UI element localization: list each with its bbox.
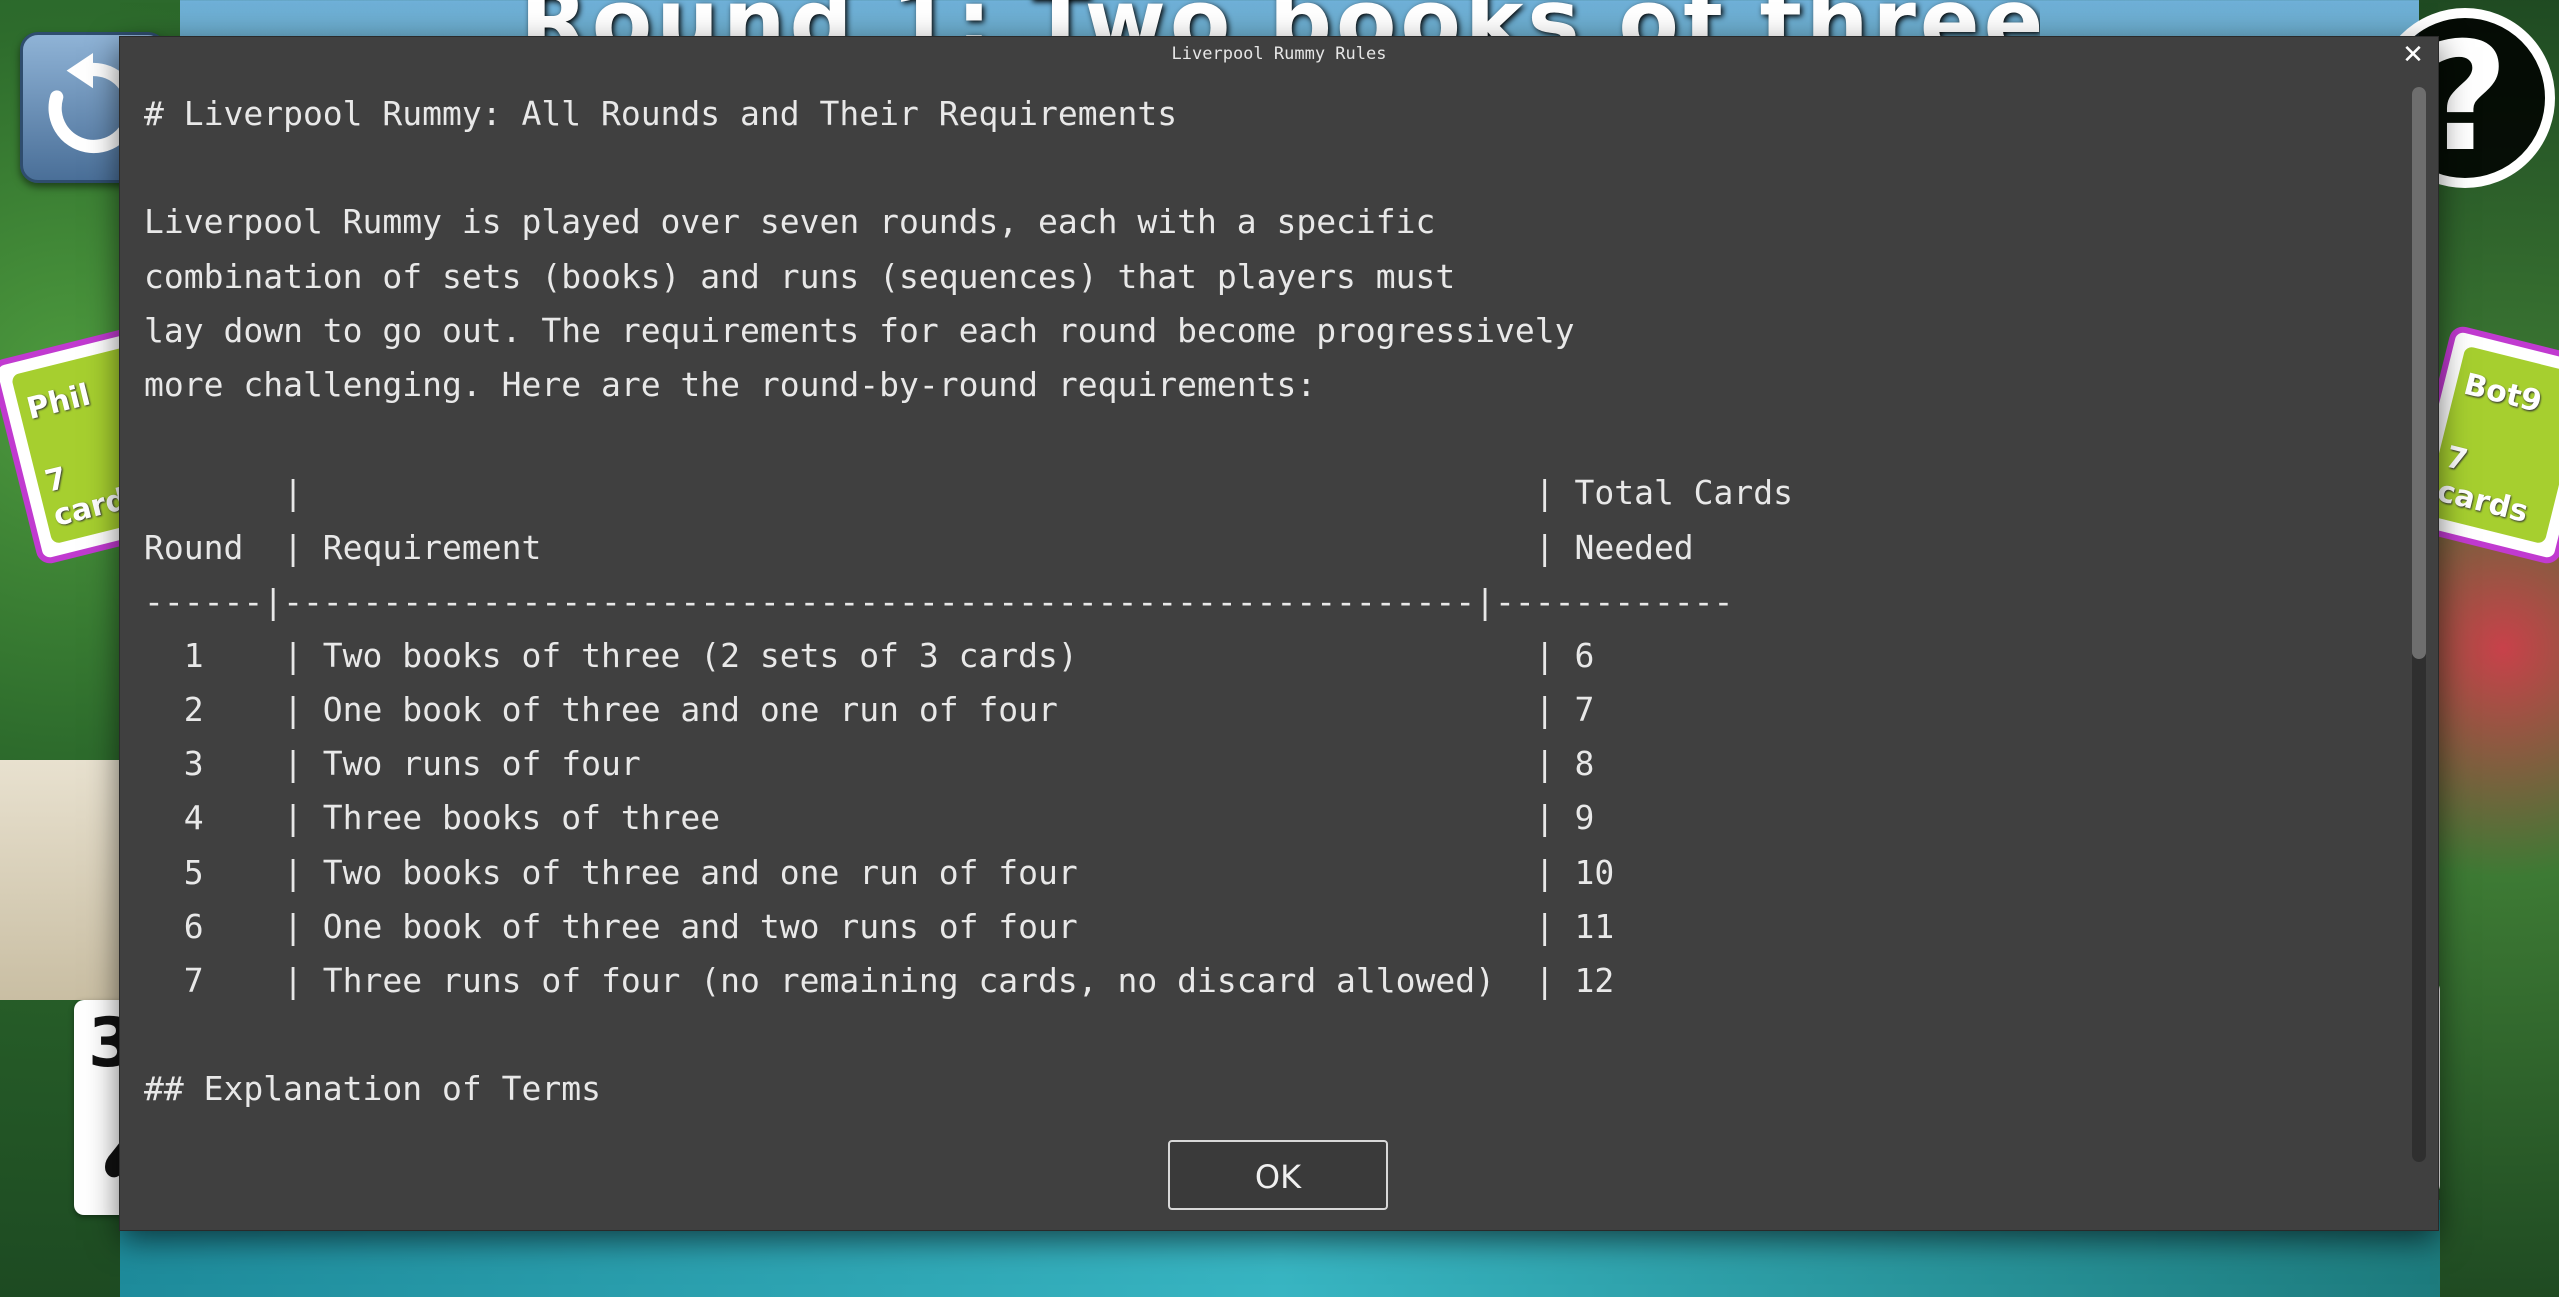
rules-line: 7 | Three runs of four (no remaining car… <box>144 961 1615 1000</box>
opponent-name: Bot9 <box>2460 366 2546 420</box>
close-icon: ✕ <box>2402 40 2424 70</box>
rules-line <box>144 1008 2394 1062</box>
background-foliage-right <box>2419 0 2559 1297</box>
rules-line <box>144 141 2394 195</box>
rules-line: Liverpool Rummy is played over seven rou… <box>144 202 1436 242</box>
rules-line: ------|---------------------------------… <box>144 581 1734 621</box>
rules-line: combination of sets (books) and runs (se… <box>144 256 1456 296</box>
rules-line: 5 | Two books of three and one run of fo… <box>144 852 1615 892</box>
close-button[interactable]: ✕ <box>2398 41 2428 71</box>
rules-line: 4 | Three books of three | 9 <box>144 798 1595 838</box>
rules-line: | | Total Cards <box>144 473 1794 513</box>
rules-line <box>144 412 2394 466</box>
dialog-title: Liverpool Rummy Rules <box>1171 44 1387 64</box>
rules-line: ## Explanation of Terms <box>144 1069 601 1109</box>
ok-button[interactable]: OK <box>1168 1140 1388 1210</box>
rules-line: Round | Requirement | Needed <box>144 527 1694 567</box>
rules-text: # Liverpool Rummy: All Rounds and Their … <box>144 87 2394 1167</box>
rules-line: 2 | One book of three and one run of fou… <box>144 690 1595 730</box>
rules-line: lay down to go out. The requirements for… <box>144 310 1575 350</box>
scrollbar-thumb[interactable] <box>2412 87 2426 659</box>
rules-line: more challenging. Here are the round-by-… <box>144 364 1317 404</box>
rules-line: 6 | One book of three and two runs of fo… <box>144 906 1615 946</box>
rules-dialog: Liverpool Rummy Rules ✕ # Liverpool Rumm… <box>120 37 2438 1230</box>
scrollbar[interactable] <box>2412 87 2426 1162</box>
rules-line: # Liverpool Rummy: All Rounds and Their … <box>144 94 1178 133</box>
opponent-card-count: 7 cards <box>2433 439 2532 530</box>
rules-line: 3 | Two runs of four | 8 <box>144 744 1595 784</box>
rules-line: 1 | Two books of three (2 sets of 3 card… <box>144 635 1595 675</box>
